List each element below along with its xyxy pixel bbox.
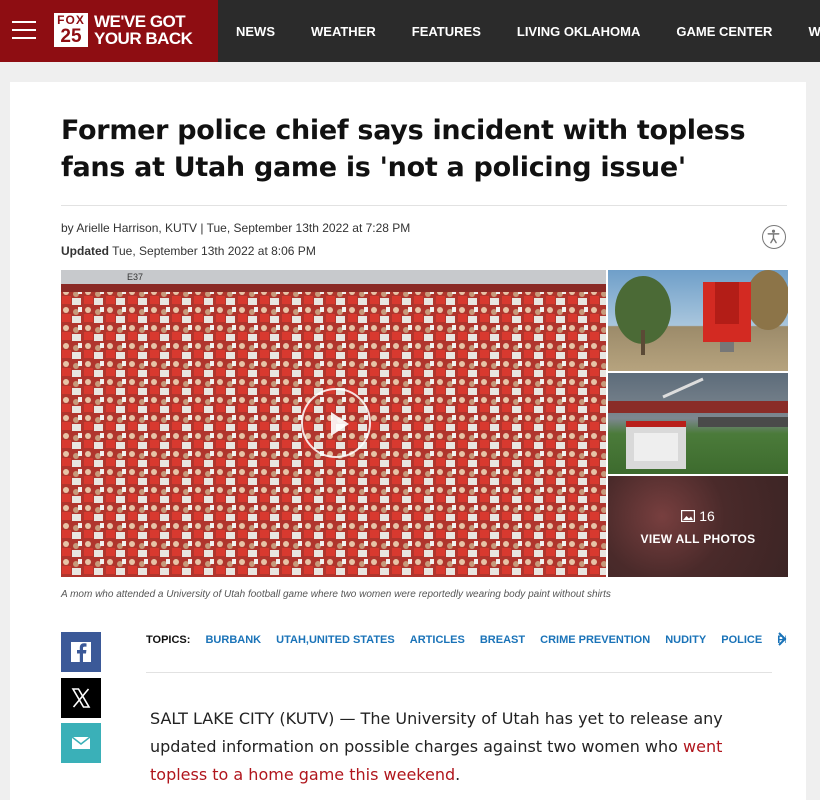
article-byline: by Arielle Harrison, KUTV | Tue, Septemb… (61, 221, 411, 235)
email-share-button[interactable] (61, 723, 101, 763)
updated-date: Tue, September 13th 2022 at 8:06 PM (112, 244, 316, 258)
main-photo[interactable]: E37 (61, 270, 606, 577)
photo-section-sign: E37 (127, 272, 143, 282)
blurred-photo (608, 476, 788, 577)
brand-area: FOX 25 WE'VE GOT YOUR BACK (0, 0, 218, 62)
logo-channel-number: 25 (60, 26, 82, 47)
facebook-share-button[interactable] (61, 632, 101, 672)
topic-link[interactable]: CRIME PREVENTION (540, 634, 650, 646)
logo-fox-text: FOX (57, 13, 85, 27)
topics-label: TOPICS: (146, 634, 191, 646)
x-share-button[interactable] (61, 678, 101, 718)
nav-news[interactable]: NEWS (236, 24, 275, 39)
updated-label: Updated (61, 244, 109, 258)
topic-link[interactable]: ARTICLES (410, 634, 465, 646)
menu-icon[interactable] (12, 21, 36, 41)
accessibility-icon[interactable] (762, 225, 786, 249)
facebook-icon (71, 642, 91, 662)
gallery-thumbnail[interactable] (608, 373, 788, 474)
nav-living-oklahoma[interactable]: LIVING OKLAHOMA (517, 24, 641, 39)
topic-link[interactable]: NUDITY (665, 634, 706, 646)
station-slogan: WE'VE GOT YOUR BACK (94, 12, 193, 48)
topic-link[interactable]: BREAST (480, 634, 525, 646)
nav-features[interactable]: FEATURES (412, 24, 481, 39)
station-logo[interactable]: FOX 25 (54, 13, 88, 47)
article-card: Former police chief says incident with t… (10, 82, 806, 800)
view-all-photos-button[interactable]: 16 VIEW ALL PHOTOS (608, 476, 788, 577)
photo-count: 16 (608, 508, 788, 524)
site-header: FOX 25 WE'VE GOT YOUR BACK NEWS WEATHER … (0, 0, 820, 62)
nav-watch[interactable]: WATCH (808, 24, 820, 39)
topics-divider (146, 672, 772, 673)
nav-weather[interactable]: WEATHER (311, 24, 376, 39)
chevron-right-icon[interactable] (776, 630, 788, 652)
body-intro: SALT LAKE CITY (KUTV) — The University o… (150, 709, 723, 756)
topic-link[interactable]: POLICE (721, 634, 762, 646)
view-all-label: VIEW ALL PHOTOS (640, 532, 756, 546)
gallery-thumbnail[interactable] (608, 270, 788, 371)
photo-count-value: 16 (699, 508, 715, 524)
play-icon[interactable] (301, 388, 371, 458)
headline-divider (61, 205, 787, 206)
x-icon (71, 688, 91, 708)
nav-game-center[interactable]: GAME CENTER (676, 24, 772, 39)
email-icon (71, 736, 91, 749)
topics-bar: TOPICS: BURBANK UTAH,UNITED STATES ARTIC… (146, 634, 786, 648)
article-body: SALT LAKE CITY (KUTV) — The University o… (150, 705, 770, 789)
article-headline: Former police chief says incident with t… (61, 115, 746, 183)
topic-link[interactable]: UTAH,UNITED STATES (276, 634, 395, 646)
article-updated: Updated Tue, September 13th 2022 at 8:06… (61, 244, 316, 258)
photo-caption: A mom who attended a University of Utah … (61, 589, 611, 600)
topic-link[interactable]: BURBANK (205, 634, 261, 646)
body-end: . (455, 765, 461, 784)
photo-icon (681, 510, 696, 523)
main-nav: NEWS WEATHER FEATURES LIVING OKLAHOMA GA… (218, 0, 820, 62)
